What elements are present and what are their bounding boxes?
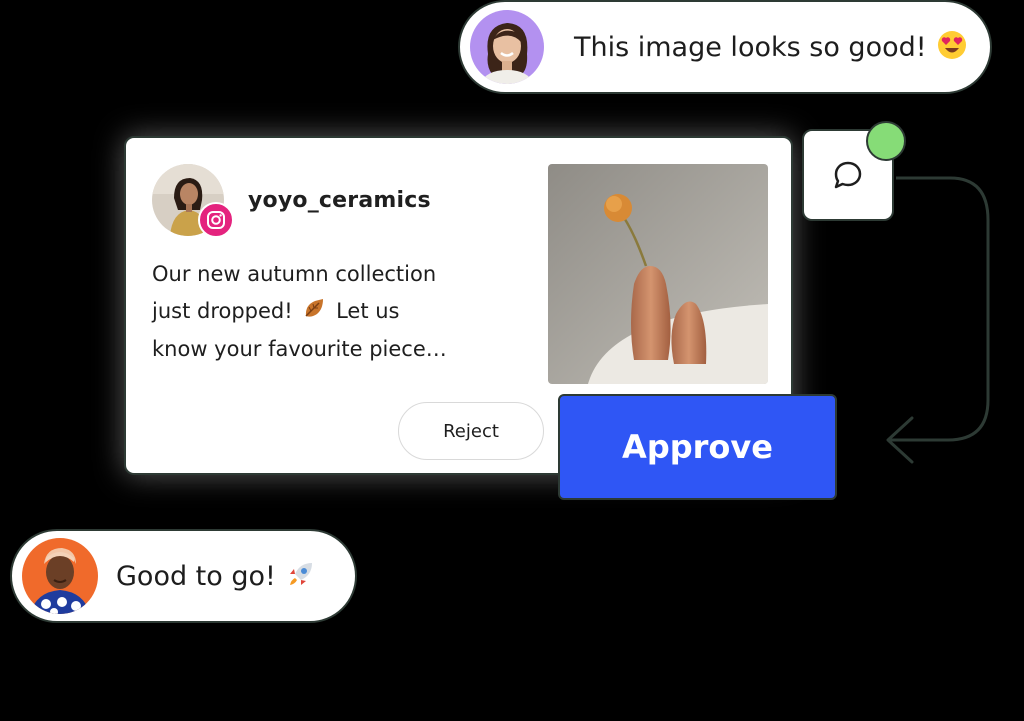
caption-fragment: just dropped!	[152, 299, 293, 323]
post-header: yoyo_ceramics	[152, 164, 431, 238]
top-comment-text: This image looks so good!	[574, 31, 927, 63]
post-username[interactable]: yoyo_ceramics	[248, 188, 431, 213]
bottom-comment-text: Good to go!	[116, 560, 276, 592]
reject-button[interactable]: Reject	[398, 402, 544, 460]
top-comment-bubble: This image looks so good!	[458, 0, 992, 94]
man-avatar	[22, 538, 98, 614]
profile-avatar-wrap	[152, 164, 234, 238]
caption-line: just dropped! Let us	[152, 293, 482, 331]
caption-line: know your favourite piece…	[152, 336, 447, 361]
speech-bubble-icon	[834, 161, 862, 189]
woman-avatar	[470, 10, 544, 84]
approve-button[interactable]: Approve	[558, 394, 837, 500]
post-caption: Our new autumn collection just dropped! …	[152, 256, 482, 368]
heart-eyes-emoji-icon	[937, 30, 967, 65]
caption-fragment: Let us	[336, 299, 400, 323]
fallen-leaf-emoji-icon	[303, 294, 325, 331]
notification-dot	[866, 121, 906, 161]
bottom-comment-bubble: Good to go!	[10, 529, 357, 623]
post-image-vases[interactable]	[548, 164, 768, 384]
caption-line: Our new autumn collection	[152, 262, 437, 286]
instagram-icon	[198, 202, 234, 238]
rocket-emoji-icon	[286, 559, 316, 594]
